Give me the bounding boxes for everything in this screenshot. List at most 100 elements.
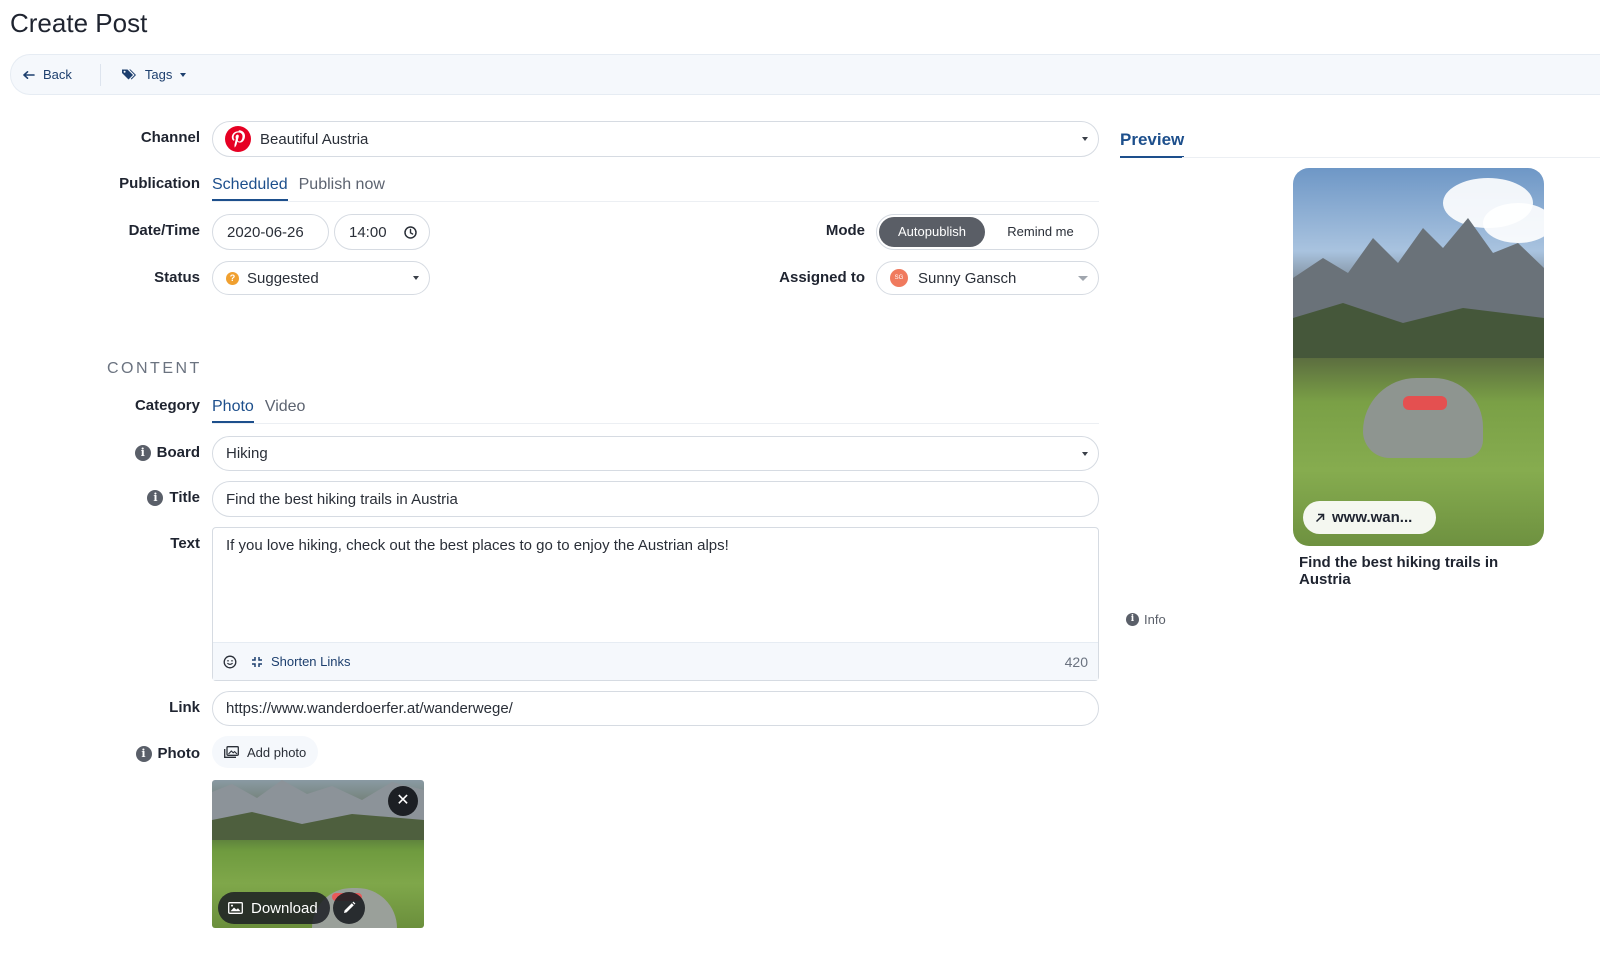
link-label: Link (10, 699, 200, 716)
channel-label-text: Channel (140, 129, 200, 146)
add-photo-label: Add photo (247, 744, 307, 760)
photo-label: i Photo (10, 745, 200, 762)
assignee-name: Sunny Gansch (918, 269, 1017, 287)
shorten-links-icon (252, 656, 262, 667)
tags-dropdown[interactable]: Tags (121, 67, 187, 82)
assignee-select[interactable]: SG Sunny Gansch (876, 261, 1099, 295)
info-icon[interactable]: i (134, 444, 151, 461)
avatar: SG (890, 269, 908, 287)
tab-preview[interactable]: Preview (1120, 130, 1185, 158)
pencil-icon (344, 901, 356, 913)
image-icon (228, 902, 243, 914)
publication-label-text: Publication (119, 175, 200, 192)
tags-icon (121, 69, 136, 80)
download-button[interactable]: Download (218, 892, 330, 924)
info-icon[interactable]: i (135, 745, 152, 762)
tab-photo[interactable]: Photo (212, 398, 254, 423)
status-label-text: Status (154, 269, 200, 286)
photo-label-text: Photo (157, 745, 201, 762)
board-label: i Board (10, 444, 200, 461)
info-icon: i (1126, 613, 1139, 626)
chevron-down-icon (1082, 451, 1088, 456)
text-label: Text (10, 535, 200, 552)
time-input[interactable]: 14:00 (334, 214, 430, 250)
toolbar-divider (99, 63, 101, 86)
content-section-title: CONTENT (107, 360, 202, 377)
datetime-label: Date/Time (10, 222, 200, 239)
text-area[interactable]: If you love hiking, check out the best p… (212, 527, 1099, 681)
tab-scheduled[interactable]: Scheduled (212, 176, 288, 201)
link-input[interactable]: https://www.wanderdoerfer.at/wanderwege/ (212, 691, 1099, 726)
status-select[interactable]: ? Suggested (212, 261, 430, 295)
channel-value: Beautiful Austria (260, 130, 369, 148)
clock-icon (404, 226, 417, 239)
back-button[interactable]: Back (23, 67, 72, 82)
board-label-text: Board (156, 444, 200, 461)
character-count: 420 (1064, 653, 1088, 670)
mountain-graphic (1293, 218, 1544, 358)
arrow-left-icon (23, 70, 35, 79)
link-value: https://www.wanderdoerfer.at/wanderwege/ (226, 700, 513, 717)
info-icon[interactable]: i (147, 489, 164, 506)
status-label: Status (10, 269, 200, 286)
tab-video[interactable]: Video (265, 398, 306, 423)
assigned-to-label: Assigned to (675, 269, 865, 286)
chevron-down-icon (1082, 137, 1088, 141)
mode-toggle: Autopublish Remind me (876, 214, 1099, 250)
pin-title: Find the best hiking trails in Austria (1299, 554, 1499, 588)
toolbar: Back Tags (10, 54, 1600, 95)
title-value: Find the best hiking trails in Austria (226, 490, 458, 508)
mode-label-text: Mode (825, 222, 865, 239)
text-label-text: Text (170, 535, 200, 552)
pin-preview-image: www.wan... (1293, 168, 1544, 546)
category-label: Category (10, 397, 200, 414)
assigned-to-label-text: Assigned to (779, 269, 865, 286)
info-label: Info (1144, 612, 1166, 627)
channel-select[interactable]: Beautiful Austria (212, 121, 1099, 157)
title-label-text: Title (169, 489, 200, 506)
edit-photo-button[interactable] (333, 892, 365, 924)
tab-publish-now[interactable]: Publish now (299, 176, 385, 201)
text-value: If you love hiking, check out the best p… (226, 537, 729, 554)
mode-label: Mode (675, 222, 865, 239)
text-area-footer: Shorten Links 420 (213, 642, 1098, 680)
emoji-icon[interactable] (223, 655, 237, 669)
tags-label: Tags (144, 67, 173, 82)
trail-mark-graphic (1403, 396, 1447, 410)
time-value: 14:00 (349, 223, 387, 241)
title-label: i Title (10, 489, 200, 506)
date-value: 2020-06-26 (227, 223, 304, 241)
datetime-label-text: Date/Time (128, 222, 200, 239)
info-link[interactable]: i Info (1126, 612, 1166, 627)
mode-remind-me[interactable]: Remind me (985, 217, 1096, 247)
chevron-down-icon (1078, 276, 1088, 281)
shorten-links-button[interactable]: Shorten Links (271, 654, 351, 669)
category-tabs: Photo Video (212, 398, 1099, 424)
page-title: Create Post (10, 8, 148, 38)
preview-divider (1182, 157, 1600, 158)
board-value: Hiking (226, 445, 268, 462)
board-select[interactable]: Hiking (212, 436, 1099, 471)
pinterest-icon (225, 126, 251, 152)
link-label-text: Link (169, 699, 200, 716)
publication-tabs: Scheduled Publish now (212, 176, 1099, 202)
rock-graphic (1363, 378, 1483, 458)
download-label: Download (251, 899, 318, 917)
chevron-down-icon (180, 72, 187, 77)
images-icon (224, 746, 239, 758)
pin-link-badge[interactable]: www.wan... (1303, 501, 1436, 534)
status-dot-icon: ? (226, 271, 239, 285)
mode-autopublish[interactable]: Autopublish (879, 217, 985, 247)
back-label: Back (43, 67, 72, 82)
photo-thumbnail: ✕ Download (212, 780, 424, 928)
pin-link-text: www.wan... (1332, 509, 1413, 526)
add-photo-button[interactable]: Add photo (212, 736, 319, 768)
remove-photo-button[interactable]: ✕ (388, 786, 418, 816)
publication-label: Publication (10, 175, 200, 192)
category-label-text: Category (134, 397, 200, 414)
chevron-down-icon (413, 276, 419, 280)
date-input[interactable]: 2020-06-26 (212, 214, 329, 250)
title-input[interactable]: Find the best hiking trails in Austria (212, 481, 1099, 517)
arrow-up-right-icon (1315, 513, 1325, 522)
channel-label: Channel (10, 129, 200, 146)
